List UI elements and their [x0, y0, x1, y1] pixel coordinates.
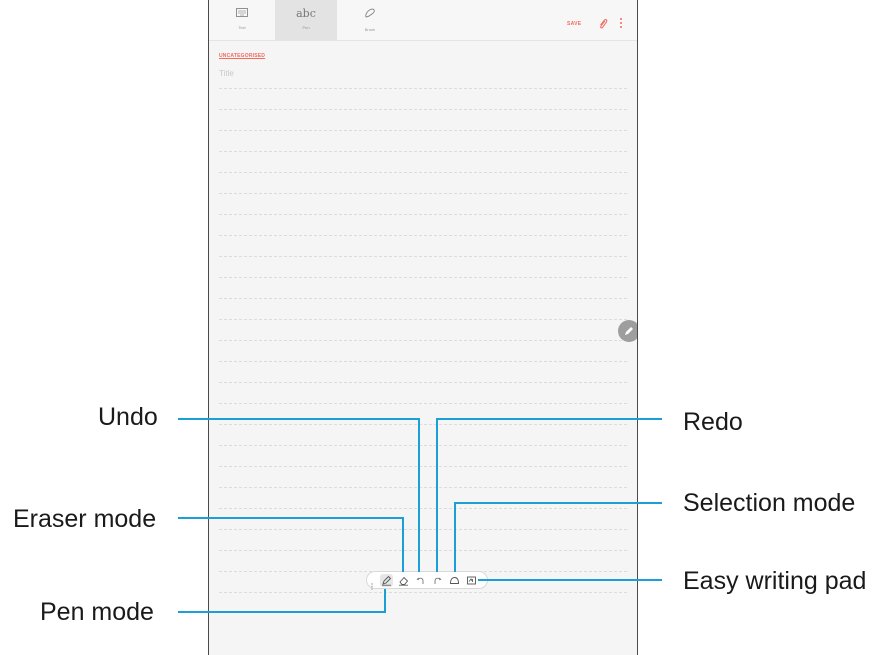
- ruled-line: [219, 214, 627, 215]
- easy-writing-pad-callout-label: Easy writing pad: [683, 567, 867, 595]
- pencil-icon: [625, 327, 633, 335]
- paperclip-icon[interactable]: [598, 17, 608, 29]
- ruled-line: [219, 256, 627, 257]
- undo-callout-label: Undo: [98, 403, 158, 431]
- eraser-mode-button[interactable]: [397, 574, 410, 587]
- selection-mode-callout-label: Selection mode: [683, 489, 856, 517]
- ruled-line: [219, 319, 627, 320]
- selection-mode-button[interactable]: [448, 574, 461, 587]
- edit-fab-button[interactable]: [618, 320, 637, 342]
- tab-brush-label: Brush: [364, 27, 376, 32]
- save-button[interactable]: SAVE: [567, 21, 581, 27]
- keyboard-icon: [211, 8, 273, 20]
- ruled-line: [219, 592, 627, 593]
- tab-pen-mode[interactable]: abc Pen: [275, 0, 337, 40]
- ruled-line: [219, 361, 627, 362]
- pen-toolbar: [366, 571, 488, 590]
- tablet-screen: Text abc Pen Brush SAVE UNCATEGORISED Ti…: [208, 0, 638, 655]
- brush-icon: [339, 8, 401, 22]
- ruled-line: [219, 508, 627, 509]
- pen-mode-callout-label: Pen mode: [40, 598, 154, 626]
- redo-button[interactable]: [431, 574, 444, 587]
- ruled-line: [219, 277, 627, 278]
- undo-button[interactable]: [414, 574, 427, 587]
- eraser-mode-icon: [399, 576, 409, 586]
- ruled-line: [219, 529, 627, 530]
- easy-writing-pad-button[interactable]: [465, 574, 478, 587]
- ruled-line: [219, 298, 627, 299]
- ruled-line: [219, 193, 627, 194]
- handwriting-icon: abc: [296, 7, 316, 20]
- ruled-line: [219, 151, 627, 152]
- ruled-line: [219, 382, 627, 383]
- more-vertical-icon[interactable]: [620, 18, 623, 30]
- ruled-line: [219, 130, 627, 131]
- selection-mode-icon: [450, 577, 459, 584]
- tab-text-mode[interactable]: Text: [211, 0, 273, 40]
- tab-brush-mode[interactable]: Brush: [339, 0, 401, 40]
- tab-text-label: Text: [238, 25, 246, 30]
- title-field[interactable]: Title: [219, 69, 234, 78]
- ruled-line: [219, 550, 627, 551]
- undo-icon: [416, 577, 424, 584]
- redo-icon: [434, 577, 442, 584]
- category-label[interactable]: UNCATEGORISED: [219, 53, 265, 59]
- ruled-line: [219, 424, 627, 425]
- drag-handle-icon[interactable]: [371, 577, 373, 590]
- note-toolbar: Text abc Pen Brush SAVE: [209, 0, 637, 41]
- ruled-line: [219, 487, 627, 488]
- eraser-mode-callout-label: Eraser mode: [13, 505, 157, 533]
- ruled-line: [219, 340, 627, 341]
- ruled-line: [219, 445, 627, 446]
- writing-area[interactable]: [219, 88, 627, 608]
- ruled-line: [219, 172, 627, 173]
- ruled-line: [219, 466, 627, 467]
- ruled-line: [219, 403, 627, 404]
- ruled-line: [219, 88, 627, 89]
- pen-mode-icon: [382, 575, 392, 586]
- ruled-line: [219, 235, 627, 236]
- ruled-line: [219, 109, 627, 110]
- easy-writing-pad-icon: [467, 576, 476, 585]
- tab-pen-label: Pen: [302, 25, 310, 30]
- pen-mode-button[interactable]: [380, 574, 393, 587]
- redo-callout-label: Redo: [683, 408, 743, 436]
